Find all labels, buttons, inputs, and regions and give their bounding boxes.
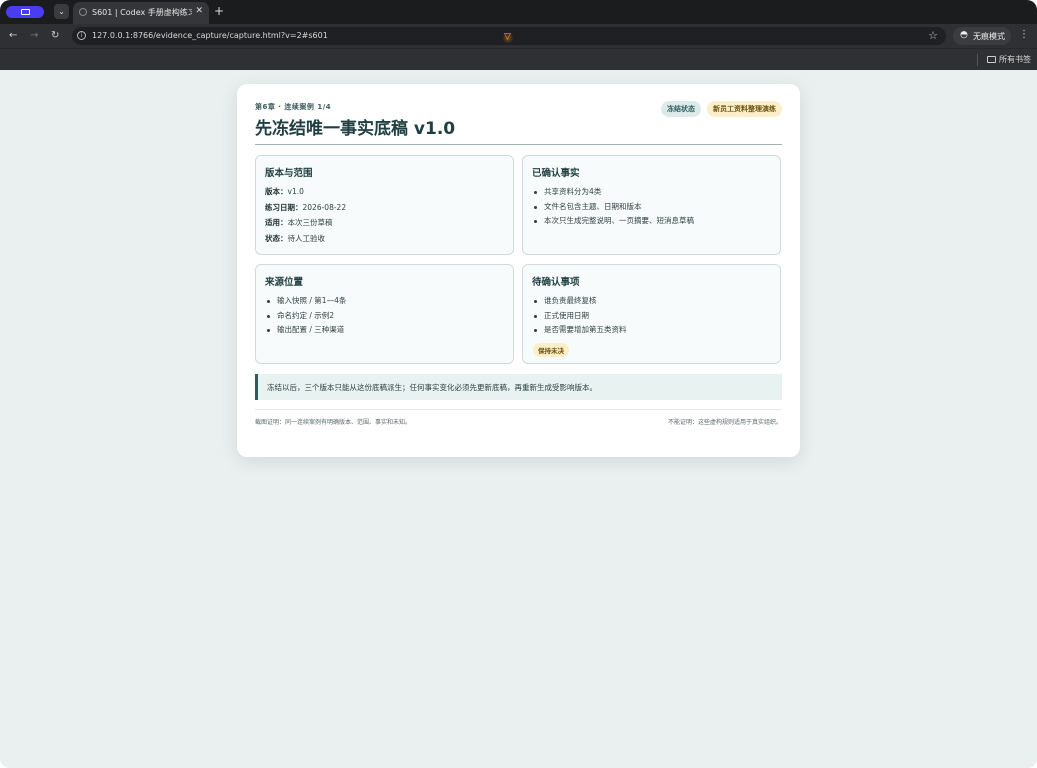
cursor-icon: ▽ [502,32,514,44]
bookmarks-divider [977,54,978,66]
footer-divider [255,409,782,410]
row-key: 练习日期： [265,203,303,212]
scenario-badge: 新员工资料整理演练 [707,101,782,117]
scope-panel: 版本与范围 版本：v1.0 练习日期：2026-08-22 适用：本次三份草稿 … [255,155,514,255]
tab-strip: ⌄ S601 | Codex 手册虚构练习广 ✕ + [0,0,1037,24]
incognito-icon: ◓ [960,30,968,40]
scope-row: 练习日期：2026-08-22 [265,202,346,213]
footer-proves: 截图证明：同一连续案例有明确版本、范围、事实和未知。 [255,419,412,426]
bookmark-star-icon[interactable]: ☆ [928,29,938,42]
status-badge: 冻结状态 [661,101,701,117]
tab-title: S601 | Codex 手册虚构练习广 [92,8,192,17]
fact-sheet-card: 第6章 · 连续案例 1/4 先冻结唯一事实底稿 v1.0 冻结状态 新员工资料… [237,84,800,457]
tab-close-icon[interactable]: ✕ [195,6,203,16]
list-item: 命名约定 / 示例2 [266,309,346,324]
list-item: 谁负责最终复核 [533,294,627,309]
window-icon [21,9,30,15]
page-content: 第6章 · 连续案例 1/4 先冻结唯一事实底稿 v1.0 冻结状态 新员工资料… [0,70,1037,768]
scope-row: 版本：v1.0 [265,186,304,197]
scope-heading: 版本与范围 [265,168,313,179]
all-bookmarks-label: 所有书签 [999,55,1031,64]
tab-active[interactable]: S601 | Codex 手册虚构练习广 ✕ [73,2,209,24]
row-key: 适用： [265,218,288,227]
list-item: 文件名包含主题、日期和版本 [533,200,694,215]
row-value: 本次三份草稿 [287,218,333,227]
incognito-button[interactable]: ◓ 无痕模式 [953,27,1011,45]
toolbar: ← → ↻ i 127.0.0.1:8766/evidence_capture/… [0,24,1037,48]
chapter-eyebrow: 第6章 · 连续案例 1/4 [255,103,332,111]
folder-icon [987,56,996,63]
row-key: 状态： [265,234,288,243]
pending-status-badge: 保持未决 [533,343,569,357]
list-item: 本次只生成完整说明、一页摘要、短消息草稿 [533,214,694,229]
bookmarks-bar: 所有书签 [0,48,1037,70]
sources-heading: 来源位置 [265,277,304,288]
pending-list: 谁负责最终复核 正式使用日期 是否需要增加第五类资料 [533,294,627,338]
row-value: 2026-08-22 [302,203,347,212]
forward-icon[interactable]: → [30,29,38,43]
status-badges: 冻结状态 新员工资料整理演练 [661,101,782,117]
row-value: v1.0 [287,187,304,196]
confirmed-heading: 已确认事实 [532,168,580,179]
scope-row: 适用：本次三份草稿 [265,217,333,228]
pending-panel: 待确认事项 谁负责最终复核 正式使用日期 是否需要增加第五类资料 保持未决 [522,264,781,364]
confirmed-list: 共享资料分为4类 文件名包含主题、日期和版本 本次只生成完整说明、一页摘要、短消… [533,185,694,229]
page-title: 先冻结唯一事实底稿 v1.0 [255,119,456,139]
url-text[interactable]: 127.0.0.1:8766/evidence_capture/capture.… [92,31,328,40]
list-item: 输入快照 / 第1—4条 [266,294,346,309]
row-key: 版本： [265,187,288,196]
site-info-icon[interactable]: i [77,31,86,40]
scope-row: 状态：待人工验收 [265,233,325,244]
freeze-note: 冻结以后，三个版本只能从这份底稿派生；任何事实变化必须先更新底稿，再重新生成受影… [255,374,782,400]
list-item: 正式使用日期 [533,309,627,324]
incognito-label: 无痕模式 [973,32,1005,41]
sources-panel: 来源位置 输入快照 / 第1—4条 命名约定 / 示例2 输出配置 / 三种渠道 [255,264,514,364]
all-bookmarks-button[interactable]: 所有书签 [987,54,1031,65]
list-item: 是否需要增加第五类资料 [533,323,627,338]
footer-not-proves: 不能证明：这些虚构规则适用于真实组织。 [667,419,782,426]
list-item: 共享资料分为4类 [533,185,694,200]
globe-icon [79,8,87,16]
list-item: 输出配置 / 三种渠道 [266,323,346,338]
tab-search-button[interactable]: ⌄ [54,4,69,19]
pending-heading: 待确认事项 [532,277,580,288]
sources-list: 输入快照 / 第1—4条 命名约定 / 示例2 输出配置 / 三种渠道 [266,294,346,338]
title-divider [255,144,782,145]
new-tab-button[interactable]: + [214,4,224,18]
profile-button[interactable] [6,6,44,18]
browser-window: ⌄ S601 | Codex 手册虚构练习广 ✕ + ← → ↻ i 127.0… [0,0,1037,768]
row-value: 待人工验收 [287,234,326,243]
reload-icon[interactable]: ↻ [51,29,59,43]
confirmed-facts-panel: 已确认事实 共享资料分为4类 文件名包含主题、日期和版本 本次只生成完整说明、一… [522,155,781,255]
menu-kebab-icon[interactable]: ⋮ [1019,29,1029,40]
freeze-note-text: 冻结以后，三个版本只能从这份底稿派生；任何事实变化必须先更新底稿，再重新生成受影… [267,383,597,392]
back-icon[interactable]: ← [9,29,17,43]
